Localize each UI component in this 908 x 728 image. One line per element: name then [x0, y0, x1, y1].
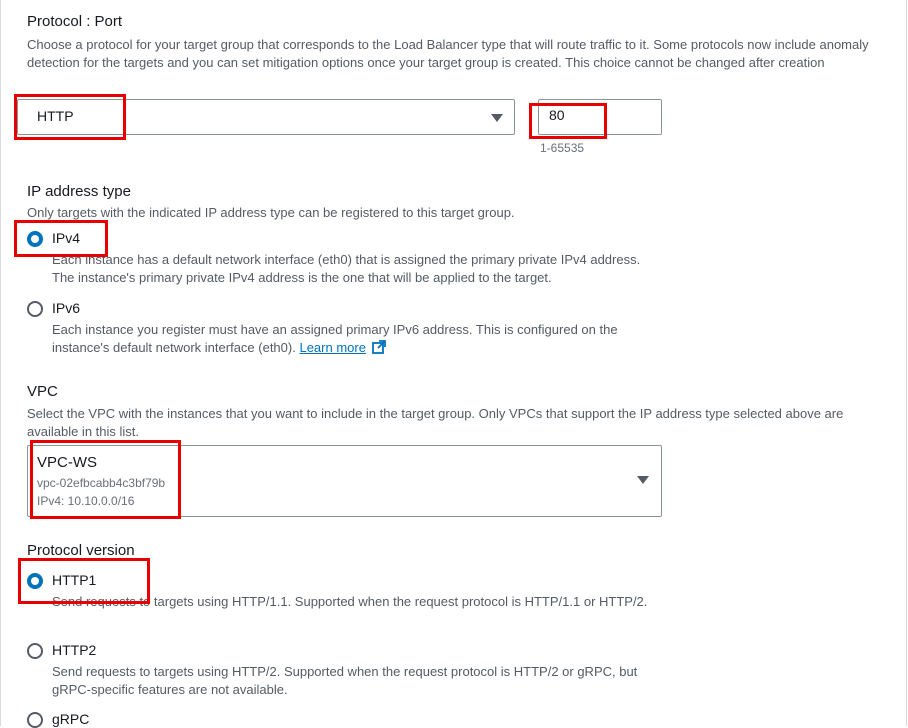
http1-label[interactable]: HTTP1 [52, 572, 96, 588]
http1-description: Send requests to targets using HTTP/1.1.… [52, 594, 648, 609]
port-input-value: 80 [549, 107, 565, 123]
ipv4-description: Each instance has a default network inte… [52, 252, 641, 285]
vpc-cidr: IPv4: 10.10.0.0/16 [37, 494, 135, 508]
ip-address-type-label: IP address type [27, 183, 131, 200]
vpc-id: vpc-02efbcabb4c3bf79b [37, 476, 166, 490]
vpc-select[interactable]: VPC-WS vpc-02efbcabb4c3bf79b IPv4: 10.10… [27, 445, 662, 517]
http1-radio[interactable] [27, 573, 43, 589]
port-input[interactable]: 80 [538, 99, 662, 135]
protocol-select-value: HTTP [37, 108, 74, 124]
http2-description: Send requests to targets using HTTP/2. S… [52, 664, 638, 697]
ip-address-type-description: Only targets with the indicated IP addre… [27, 205, 515, 220]
http2-label[interactable]: HTTP2 [52, 642, 96, 658]
vpc-description: Select the VPC with the instances that y… [27, 406, 844, 439]
protocol-select[interactable]: HTTP [17, 99, 515, 135]
port-hint: 1-65535 [540, 141, 585, 155]
learn-more-text: Learn more [299, 340, 366, 355]
panel-border-right [906, 0, 907, 726]
panel-border-left [0, 0, 1, 726]
http2-radio[interactable] [27, 643, 43, 659]
grpc-label[interactable]: gRPC [52, 711, 89, 727]
ipv4-label[interactable]: IPv4 [52, 230, 80, 246]
vpc-label: VPC [27, 383, 58, 400]
protocol-version-label: Protocol version [27, 542, 135, 559]
vpc-name: VPC-WS [37, 454, 97, 471]
ipv4-radio[interactable] [27, 231, 43, 247]
protocol-port-description: Choose a protocol for your target group … [27, 37, 869, 70]
ipv6-radio[interactable] [27, 301, 43, 317]
ipv6-description: Each instance you register must have an … [52, 321, 662, 359]
caret-down-icon [491, 114, 503, 122]
learn-more-link[interactable]: Learn more [299, 340, 365, 355]
ipv6-label[interactable]: IPv6 [52, 300, 80, 316]
caret-down-icon [637, 476, 649, 484]
external-link-icon[interactable] [371, 340, 386, 359]
protocol-port-label: Protocol : Port [27, 13, 123, 30]
